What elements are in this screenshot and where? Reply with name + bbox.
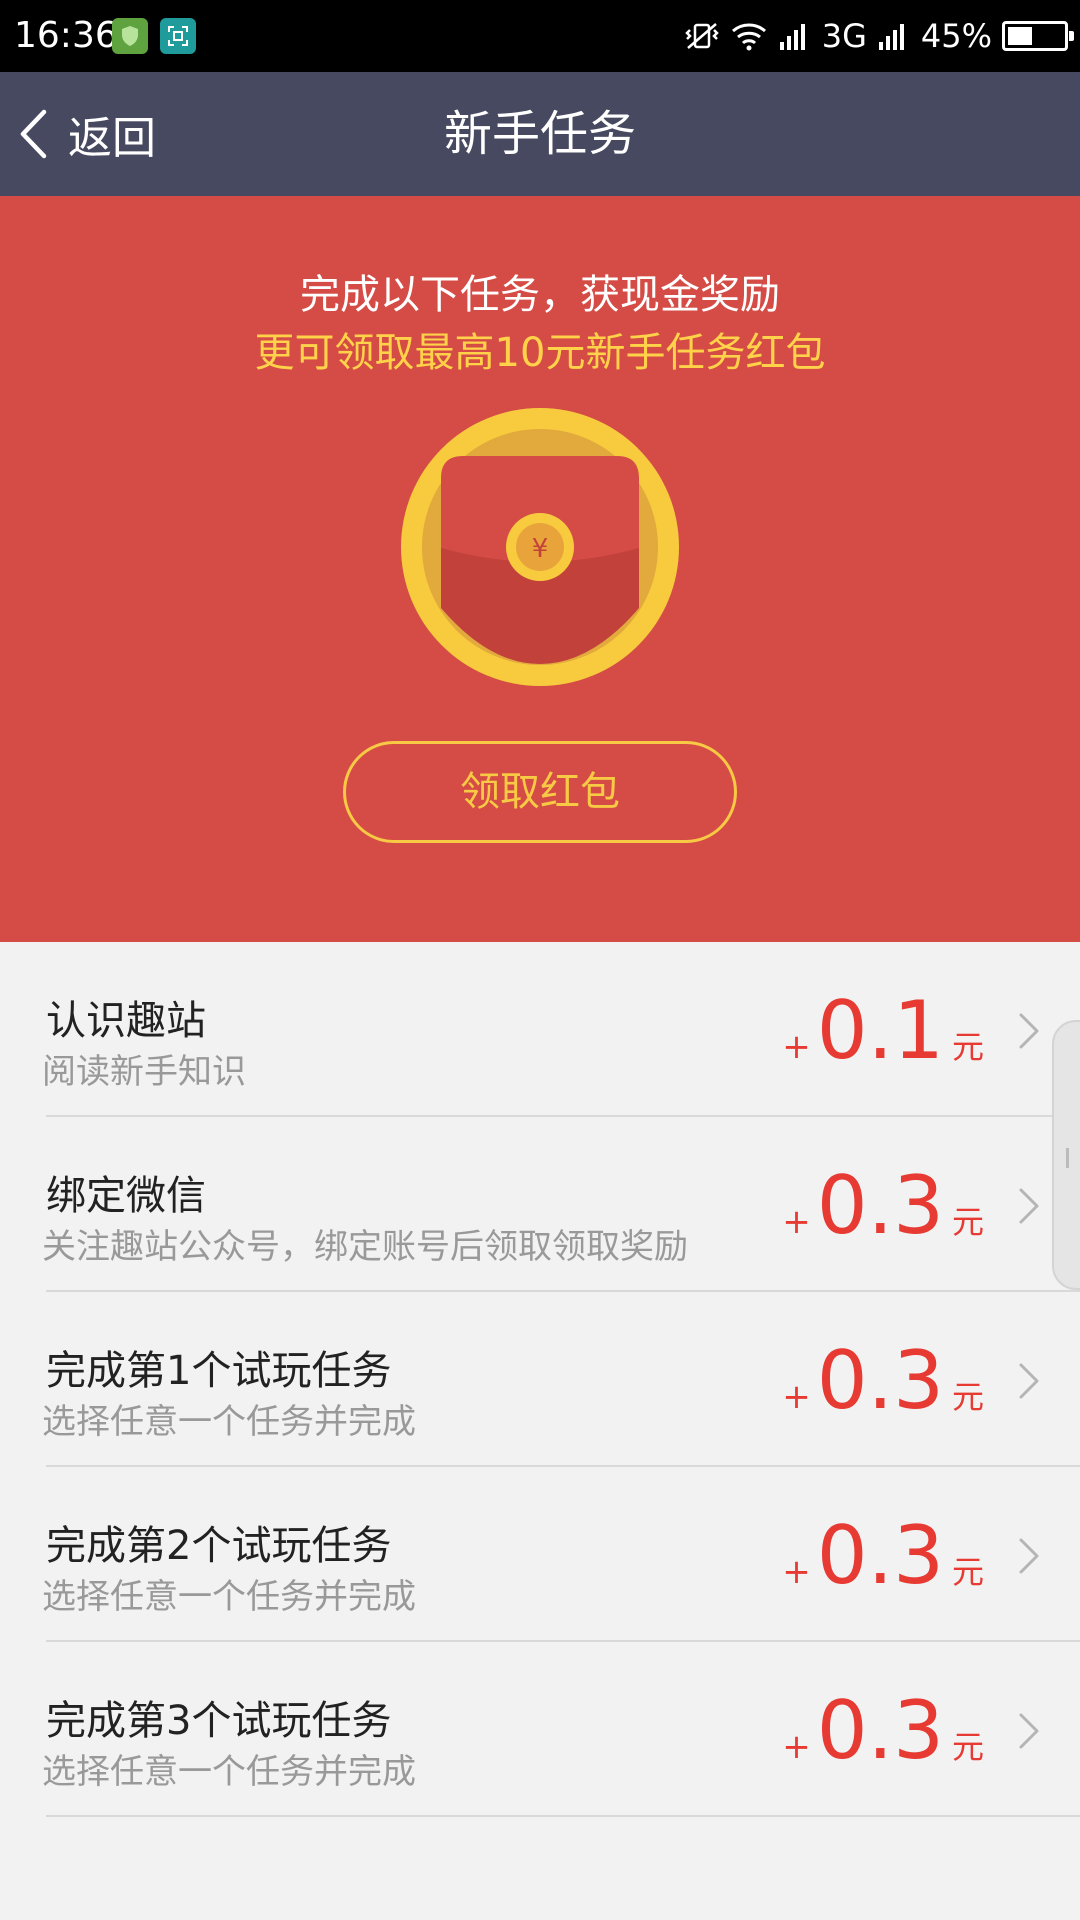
chevron-right-icon: [1019, 1013, 1039, 1049]
hero-headline: 完成以下任务，获现金奖励: [300, 272, 780, 318]
chevron-right-icon: [1019, 1538, 1039, 1574]
scan-app-icon: [160, 18, 196, 54]
reward-plus: +: [782, 1027, 811, 1067]
task-reward: + 0.3 元: [782, 1688, 984, 1774]
network-type: 3G: [821, 17, 867, 55]
task-reward: + 0.3 元: [782, 1513, 984, 1599]
chevron-right-icon: [1019, 1363, 1039, 1399]
claim-red-envelope-button[interactable]: 领取红包: [343, 741, 737, 843]
reward-plus: +: [782, 1552, 811, 1592]
reward-plus: +: [782, 1727, 811, 1767]
reward-unit: 元: [951, 1028, 984, 1066]
red-envelope-icon: ¥: [401, 408, 679, 686]
task-item-trial-2[interactable]: 完成第2个试玩任务 选择任意一个任务并完成 + 0.3 元: [0, 1467, 1080, 1642]
task-item-trial-3[interactable]: 完成第3个试玩任务 选择任意一个任务并完成 + 0.3 元: [0, 1642, 1080, 1817]
task-item-bind-wechat[interactable]: 绑定微信 关注趣站公众号，绑定账号后领取领取奖励 + 0.3 元: [0, 1117, 1080, 1292]
reward-amount: 0.1: [816, 984, 944, 1077]
task-title: 完成第2个试玩任务: [46, 1523, 392, 1569]
hero-subline: 更可领取最高10元新手任务红包: [254, 330, 826, 376]
task-title: 绑定微信: [46, 1173, 206, 1219]
floating-side-handle[interactable]: [1052, 1020, 1080, 1290]
reward-unit: 元: [951, 1553, 984, 1591]
task-desc: 关注趣站公众号，绑定账号后领取领取奖励: [42, 1227, 688, 1267]
nav-bar: 返回 新手任务: [0, 72, 1080, 196]
reward-unit: 元: [951, 1378, 984, 1416]
task-item-trial-1[interactable]: 完成第1个试玩任务 选择任意一个任务并完成 + 0.3 元: [0, 1292, 1080, 1467]
task-desc: 选择任意一个任务并完成: [42, 1402, 416, 1442]
task-desc: 选择任意一个任务并完成: [42, 1752, 416, 1792]
task-title: 完成第1个试玩任务: [46, 1348, 392, 1394]
reward-amount: 0.3: [816, 1334, 944, 1427]
status-time: 16:36: [14, 15, 118, 56]
shield-app-icon: [112, 18, 148, 54]
wifi-icon: [731, 23, 766, 51]
reward-plus: +: [782, 1202, 811, 1242]
reward-amount: 0.3: [816, 1159, 944, 1252]
coin-symbol: ¥: [532, 534, 549, 564]
battery-percent: 45%: [920, 17, 992, 55]
task-item-learn[interactable]: 认识趣站 阅读新手知识 + 0.1 元: [0, 942, 1080, 1117]
task-desc: 阅读新手知识: [42, 1052, 246, 1092]
battery-icon: [1002, 21, 1074, 51]
signal-icon-2: [878, 24, 904, 50]
task-reward: + 0.3 元: [782, 1338, 984, 1424]
task-list: 认识趣站 阅读新手知识 + 0.1 元 绑定微信 关注趣站公众号，绑定账号后领取…: [0, 942, 1080, 1817]
task-reward: + 0.3 元: [782, 1163, 984, 1249]
reward-plus: +: [782, 1377, 811, 1417]
status-bar: 16:36 3G 45%: [0, 0, 1080, 72]
reward-amount: 0.3: [816, 1509, 944, 1602]
battery-fill: [1008, 27, 1033, 45]
task-reward: + 0.1 元: [782, 988, 984, 1074]
signal-icon: [779, 24, 805, 50]
task-title: 认识趣站: [46, 998, 206, 1044]
reward-unit: 元: [951, 1728, 984, 1766]
hero-banner: 完成以下任务，获现金奖励 更可领取最高10元新手任务红包 ¥ 领取红包: [0, 196, 1080, 942]
chevron-right-icon: [1019, 1188, 1039, 1224]
page-title: 新手任务: [443, 106, 636, 162]
reward-unit: 元: [951, 1203, 984, 1241]
vibrate-icon: [684, 23, 719, 49]
status-indicators: 3G 45%: [684, 14, 1074, 58]
task-title: 完成第3个试玩任务: [46, 1698, 392, 1744]
task-desc: 选择任意一个任务并完成: [42, 1577, 416, 1617]
chevron-right-icon: [1019, 1713, 1039, 1749]
reward-amount: 0.3: [816, 1684, 944, 1777]
